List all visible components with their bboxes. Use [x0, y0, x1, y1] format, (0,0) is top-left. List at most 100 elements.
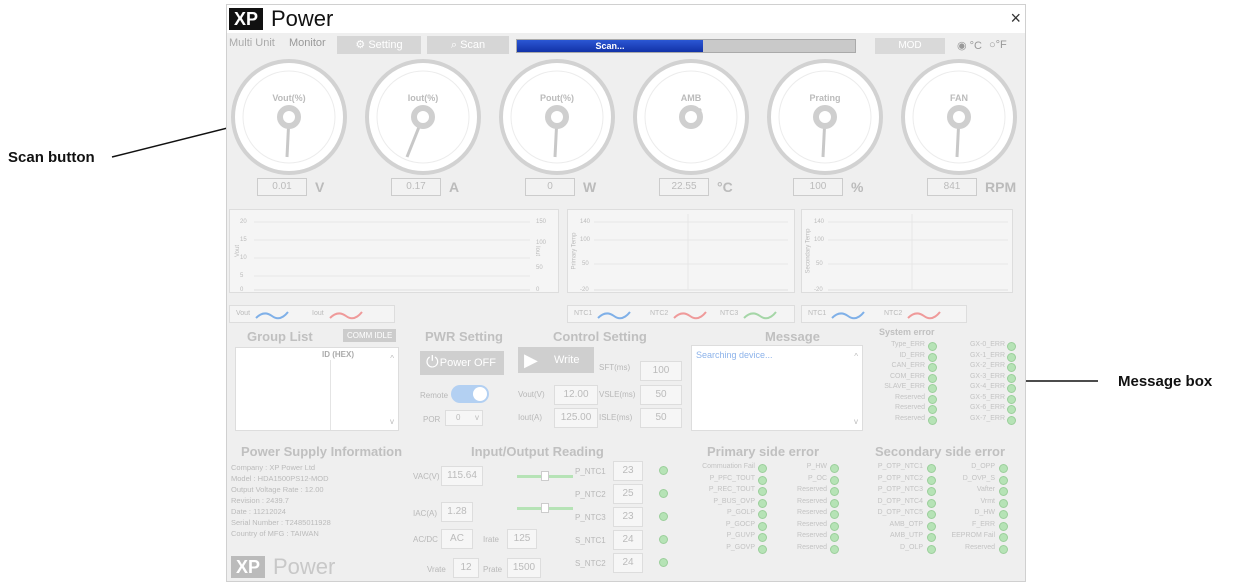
vsle-label: VSLE(ms) — [599, 390, 636, 399]
error-label: P_PFC_TOUT — [709, 474, 755, 482]
remote-toggle[interactable] — [451, 385, 489, 403]
error-label: SLAVE_ERR — [884, 383, 925, 390]
irate-field: 125 — [507, 529, 537, 549]
tab-monitor[interactable]: Monitor — [289, 37, 326, 49]
status-led — [999, 487, 1008, 496]
status-led — [928, 394, 937, 404]
iac-slider[interactable] — [517, 503, 573, 513]
tick: -20 — [580, 287, 589, 293]
gauge-label: Vout(%) — [272, 93, 306, 103]
legend-item: NTC1 — [574, 310, 593, 317]
vac-slider[interactable] — [517, 471, 573, 481]
ntc-label: S_NTC1 — [575, 536, 606, 545]
tick: 100 — [580, 237, 591, 243]
scan-progress-bar: Scan... — [516, 39, 856, 53]
gauge-unit: °C — [717, 179, 733, 195]
footer-logo-xp: XP — [231, 556, 266, 578]
legend-item: Iout — [312, 310, 324, 317]
mod-button[interactable]: MOD — [875, 38, 945, 54]
legend-primary-ntc: NTC1 NTC2 NTC3 — [567, 305, 795, 323]
legend-vout-iout: Vout Iout — [229, 305, 395, 323]
vout-field[interactable]: 12.00 — [554, 385, 598, 405]
legend-item: Vout — [236, 310, 251, 317]
error-label: P_BUS_OVP — [713, 497, 755, 505]
power-off-button[interactable]: ⏻ Power OFF — [420, 351, 504, 375]
scan-button[interactable]: ⌕ Scan — [427, 36, 509, 54]
close-icon[interactable]: × — [1010, 8, 1021, 29]
status-led — [927, 475, 936, 485]
gauge-label: AMB — [680, 93, 702, 103]
status-led — [758, 544, 767, 554]
ps-info-line: Date : 11212024 — [231, 507, 286, 516]
ntc-value: 23 — [613, 507, 643, 527]
tab-multi-unit[interactable]: Multi Unit — [229, 37, 275, 49]
scroll-up-icon[interactable]: ^ — [854, 352, 858, 361]
irate-label: Irate — [483, 535, 500, 544]
legend-item: NTC2 — [884, 310, 903, 317]
tick: -20 — [814, 287, 823, 293]
iout-field[interactable]: 125.00 — [554, 408, 598, 428]
error-label: Reserved — [797, 520, 827, 528]
fahrenheit-radio[interactable]: ○°F — [989, 39, 1007, 51]
status-led — [1007, 415, 1016, 425]
gauge-dial: Iout(%) — [363, 57, 483, 177]
message-box[interactable]: Searching device... ^ v — [691, 345, 863, 431]
title-bar: XP Power × — [227, 5, 1025, 33]
error-label: P_OC — [807, 474, 827, 482]
status-led — [758, 533, 767, 542]
por-label: POR — [423, 415, 441, 424]
error-label: Reserved — [895, 414, 925, 422]
chart3-ylabel: Secondary Temp — [805, 228, 812, 274]
secondary-temp-chart: Secondary Temp 140 100 50 -20 — [801, 209, 1013, 293]
status-led — [758, 487, 767, 496]
status-led — [999, 510, 1008, 519]
legend-secondary-ntc: NTC1 NTC2 — [801, 305, 967, 323]
gauge-unit: % — [851, 179, 864, 195]
legend-item: NTC1 — [808, 310, 827, 317]
setting-button[interactable]: ⚙ Setting — [337, 36, 421, 54]
error-label: AMB_UTP — [889, 532, 923, 539]
error-label: D_HW — [974, 509, 995, 516]
error-label: GX-5_ERR — [969, 393, 1005, 401]
status-led — [927, 464, 936, 473]
isle-field[interactable]: 50 — [640, 408, 682, 428]
write-button[interactable]: ▶ Write — [518, 347, 594, 373]
status-led — [927, 510, 936, 519]
ntc-label: P_NTC2 — [575, 490, 606, 499]
ntc-value: 25 — [613, 484, 643, 504]
scroll-down-icon[interactable]: v — [854, 417, 858, 426]
gear-icon: ⚙ — [355, 39, 369, 51]
por-select[interactable]: 0v — [445, 410, 483, 426]
error-label: D_OVP_S — [962, 474, 995, 482]
scan-button-callout: Scan button — [8, 149, 95, 166]
id-hex-header: ID (HEX) — [322, 350, 354, 359]
pwr-setting-title: PWR Setting — [425, 329, 503, 344]
status-led — [830, 510, 839, 519]
ps-info-line: Model : HDA1500PS12-MOD — [231, 474, 329, 483]
iac-field: 1.28 — [441, 502, 473, 522]
vsle-field[interactable]: 50 — [640, 385, 682, 405]
scroll-up-icon[interactable]: ^ — [390, 354, 394, 363]
error-label: D_OTP_NTC4 — [877, 497, 923, 505]
status-led — [999, 521, 1008, 531]
error-label: GX-7_ERR — [969, 414, 1005, 422]
vout-label: Vout(V) — [518, 390, 545, 399]
sft-label: SFT(ms) — [599, 363, 631, 372]
gauge-label: Pout(%) — [540, 93, 574, 103]
group-list-table[interactable]: ID (HEX) ^ v — [235, 347, 399, 431]
sft-field[interactable]: 100 — [640, 361, 682, 381]
ps-info-line: Serial Number : T2485011928 — [231, 518, 331, 527]
gauge-dial: Prating — [765, 57, 885, 177]
status-led — [758, 498, 767, 508]
celsius-radio[interactable]: ◉ °C — [957, 39, 982, 52]
primary-temp-chart: Primary Temp 140 100 50 -20 — [567, 209, 795, 293]
vac-label: VAC(V) — [413, 472, 440, 481]
error-label: GX-0_ERR — [969, 341, 1005, 348]
system-error-title: System error — [879, 327, 935, 337]
tick: 10 — [240, 255, 247, 261]
status-led — [659, 489, 668, 498]
error-label: CAN_ERR — [891, 362, 925, 369]
status-led — [928, 415, 937, 425]
logo-xp: XP — [229, 8, 264, 30]
scroll-down-icon[interactable]: v — [390, 417, 394, 426]
